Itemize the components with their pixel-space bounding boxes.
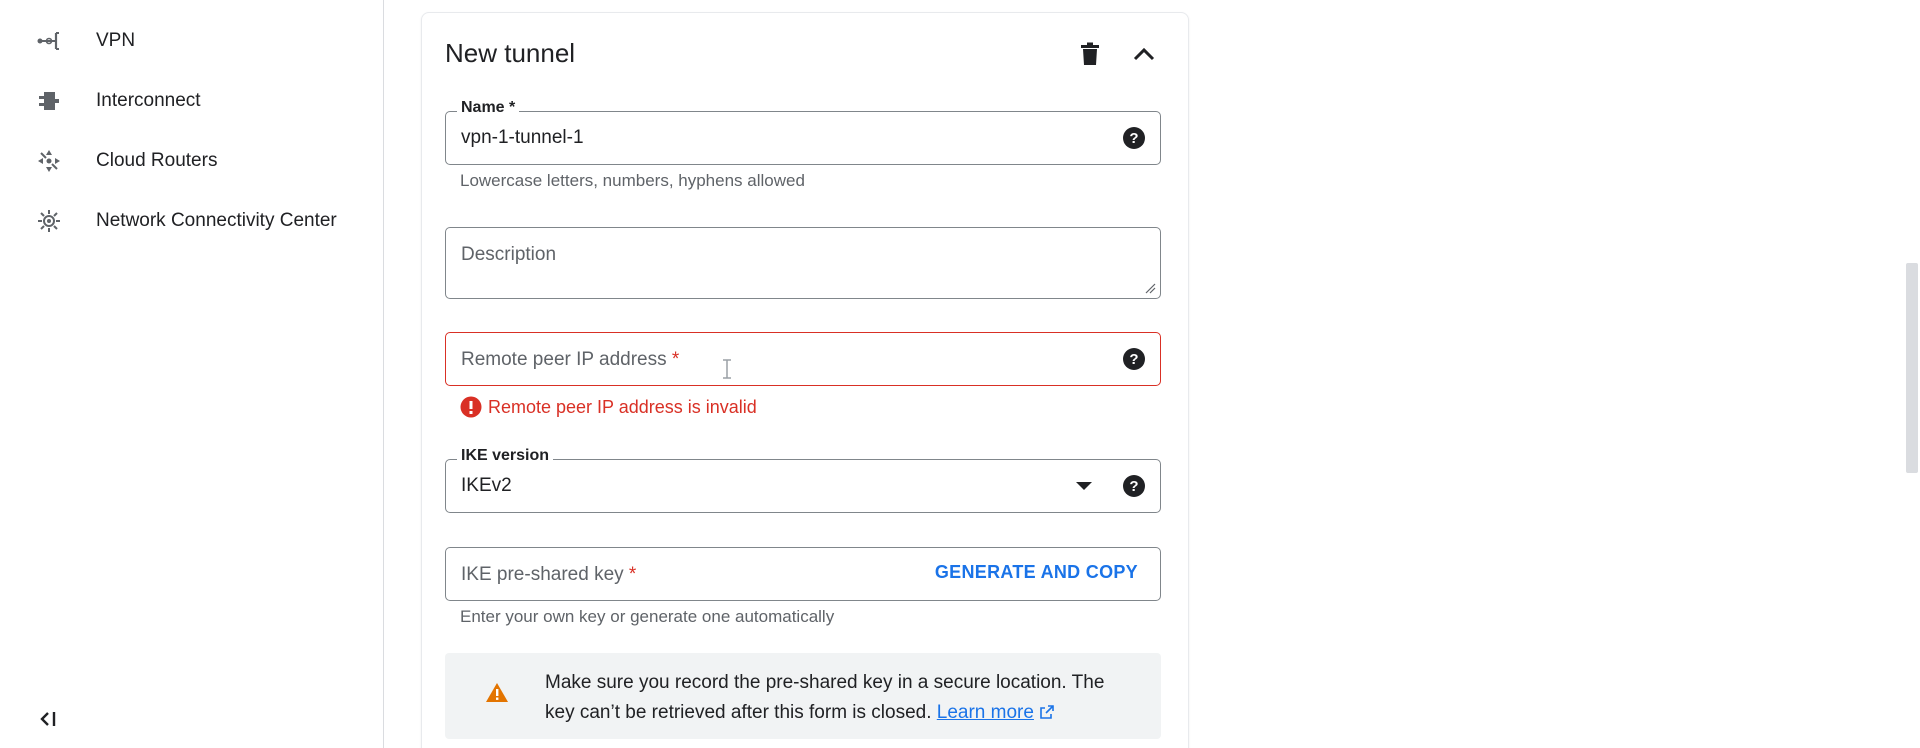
collapse-tunnel-button[interactable] (1128, 38, 1160, 70)
name-field[interactable]: Name * vpn-1-tunnel-1 ? (445, 99, 1161, 165)
card-title: New tunnel (445, 38, 576, 68)
error-icon (460, 396, 482, 418)
help-icon[interactable]: ? (1122, 347, 1146, 371)
learn-more-link[interactable]: Learn more (937, 702, 1034, 723)
sidebar-item-label: Cloud Routers (96, 150, 218, 171)
sidebar-item-label: Network Connectivity Center (96, 210, 337, 231)
network-connectivity-center-icon (36, 208, 62, 234)
chevron-up-icon (1133, 47, 1155, 61)
sidebar-item-cloud-routers[interactable]: Cloud Routers (0, 141, 383, 181)
cloud-routers-icon (36, 148, 62, 174)
text-cursor-icon (723, 359, 731, 379)
sidebar: VPN Interconnect Cloud Routers Network C… (0, 0, 384, 748)
scrollbar-thumb[interactable] (1906, 263, 1918, 473)
remote-peer-ip-placeholder: Remote peer IP address * (461, 349, 679, 371)
ike-psk-hint: Enter your own key or generate one autom… (460, 607, 835, 626)
ike-psk-placeholder: IKE pre-shared key * (461, 564, 636, 586)
warning-banner: Make sure you record the pre-shared key … (445, 653, 1161, 739)
name-value: vpn-1-tunnel-1 (461, 127, 584, 148)
collapse-sidebar-icon (38, 710, 60, 733)
app-root: VPN Interconnect Cloud Routers Network C… (0, 0, 1920, 748)
ike-version-label: IKE version (457, 447, 554, 465)
description-placeholder: Description (461, 244, 557, 265)
ike-version-select[interactable]: IKE version IKEv2 ? (445, 447, 1161, 513)
error-text: Remote peer IP address is invalid (488, 396, 757, 417)
collapse-sidebar-button[interactable] (36, 708, 62, 734)
help-icon[interactable]: ? (1122, 474, 1146, 498)
ike-version-value: IKEv2 (461, 475, 512, 496)
name-hint: Lowercase letters, numbers, hyphens allo… (460, 171, 805, 190)
remote-peer-ip-error: Remote peer IP address is invalid (460, 396, 757, 418)
sidebar-item-interconnect[interactable]: Interconnect (0, 81, 383, 121)
resize-handle-icon[interactable] (1144, 282, 1156, 294)
dropdown-arrow-icon[interactable] (1076, 482, 1092, 490)
generate-and-copy-button[interactable]: GENERATE AND COPY (935, 562, 1138, 583)
vpn-icon (36, 28, 62, 54)
svg-text:?: ? (1129, 351, 1138, 368)
svg-text:?: ? (1129, 478, 1138, 495)
trash-icon (1081, 42, 1099, 65)
sidebar-item-label: Interconnect (96, 90, 201, 111)
sidebar-item-network-connectivity-center[interactable]: Network Connectivity Center (0, 201, 383, 241)
required-mark: * (628, 564, 637, 585)
external-link-icon[interactable] (1039, 704, 1055, 720)
warning-text: Make sure you record the pre-shared key … (545, 668, 1135, 728)
sidebar-item-vpn[interactable]: VPN (0, 21, 383, 61)
svg-text:?: ? (1129, 130, 1138, 147)
description-field[interactable]: Description (445, 227, 1161, 299)
help-icon[interactable]: ? (1122, 126, 1146, 150)
delete-tunnel-button[interactable] (1074, 38, 1106, 70)
required-mark: * (671, 349, 680, 370)
remote-peer-ip-field[interactable]: Remote peer IP address * ? (445, 332, 1161, 386)
interconnect-icon (36, 88, 62, 114)
ike-psk-field[interactable]: IKE pre-shared key * GENERATE AND COPY (445, 547, 1161, 601)
warning-icon (486, 683, 508, 702)
remote-peer-ip-placeholder-text: Remote peer IP address (461, 349, 667, 370)
ike-psk-placeholder-text: IKE pre-shared key (461, 564, 624, 585)
name-label: Name * (457, 99, 520, 117)
sidebar-item-label: VPN (96, 30, 136, 51)
learn-more-label: Learn more (936, 702, 1034, 723)
